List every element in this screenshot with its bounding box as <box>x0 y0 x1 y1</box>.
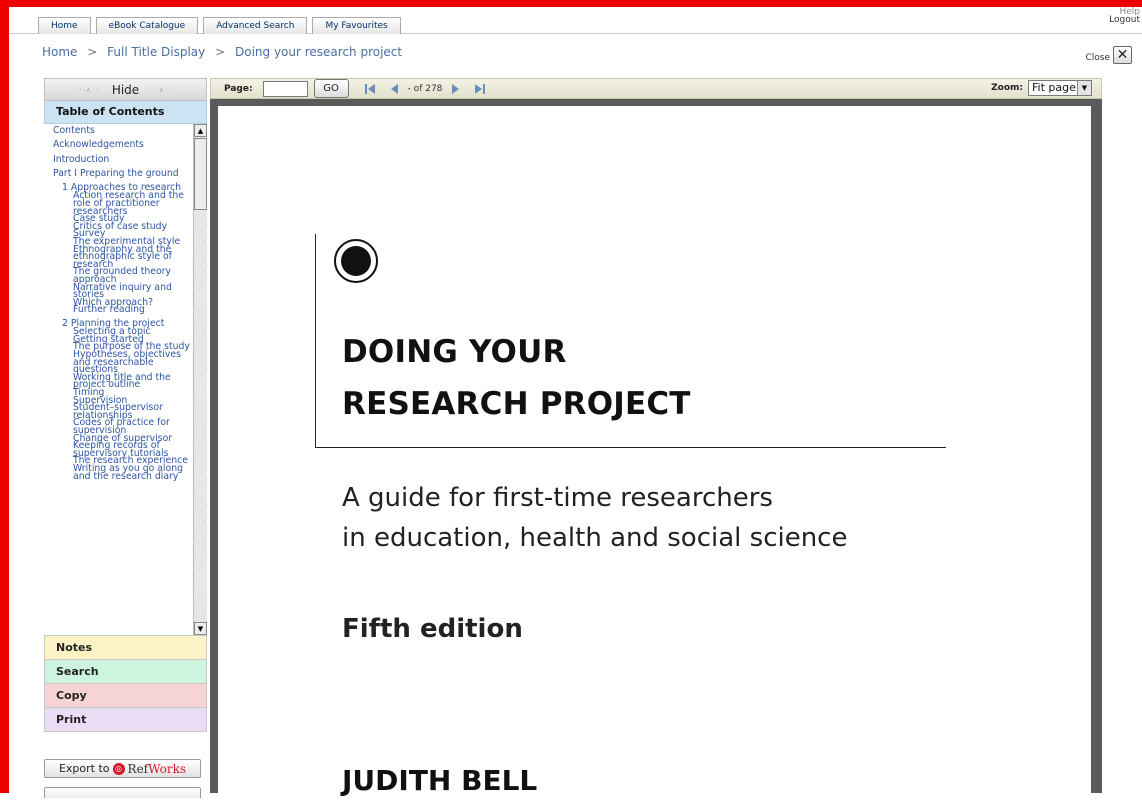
toc-item[interactable]: Contents <box>44 126 194 136</box>
book-subtitle: A guide for first-time researchers in ed… <box>342 483 848 553</box>
top-tabs: Home eBook Catalogue Advanced Search My … <box>38 17 406 34</box>
logout-link[interactable]: Logout <box>1109 15 1140 25</box>
toc-item[interactable]: Action research and the role of practiti… <box>44 191 194 215</box>
copy-tab[interactable]: Copy <box>44 684 207 708</box>
refworks-logo-icon: ◎ <box>112 762 125 775</box>
toc-item[interactable]: Writing as you go along and the research… <box>44 464 194 481</box>
first-page-icon[interactable] <box>364 83 376 95</box>
close-icon: ✕ <box>1116 47 1129 63</box>
page-input[interactable] <box>262 80 308 97</box>
cover-frame-line <box>315 447 946 448</box>
toc-item[interactable]: Ethnography and the ethnographic style o… <box>44 245 194 269</box>
breadcrumb-separator: > <box>87 45 98 59</box>
search-tab[interactable]: Search <box>44 660 207 684</box>
hide-panel-button[interactable]: ···∧··· Hide ···∧··· <box>44 78 207 101</box>
zoom-control: Zoom: Fit page ▼ <box>991 80 1092 96</box>
refworks-logo-text: RefWorks <box>127 761 187 776</box>
toc-item[interactable]: Introduction <box>44 154 194 164</box>
scroll-up-icon[interactable]: ▲ <box>194 124 207 137</box>
publisher-logo-icon <box>334 239 378 283</box>
document-page: DOING YOUR RESEARCH PROJECT A guide for … <box>218 106 1091 806</box>
breadcrumb-current[interactable]: Doing your research project <box>235 45 402 59</box>
tab-advanced-search[interactable]: Advanced Search <box>203 17 308 34</box>
page-count: - of 278 <box>407 83 443 94</box>
page-navigation: - of 278 <box>357 83 494 95</box>
breadcrumb-home[interactable]: Home <box>42 45 77 59</box>
grip-icon: ···∧··· <box>76 85 102 94</box>
zoom-select[interactable]: Fit page ▼ <box>1028 80 1092 96</box>
book-title: DOING YOUR RESEARCH PROJECT <box>342 334 691 422</box>
zoom-value: Fit page <box>1032 81 1076 94</box>
tab-my-favourites[interactable]: My Favourites <box>312 17 401 34</box>
toc-item[interactable]: Further reading <box>44 305 194 314</box>
toc-item[interactable]: Acknowledgements <box>44 140 194 150</box>
toc-item[interactable]: Hypotheses, objectives and researchable … <box>44 350 194 374</box>
toc-header[interactable]: Table of Contents <box>44 101 207 124</box>
toc-item[interactable]: Working title and the project outline <box>44 373 194 390</box>
red-frame-left <box>0 0 9 793</box>
page-label: Page: <box>224 83 253 94</box>
breadcrumb-full-title-display[interactable]: Full Title Display <box>107 45 205 59</box>
toc-list: Contents Acknowledgements Introduction Part… <box>44 124 194 638</box>
scroll-thumb[interactable] <box>194 138 207 210</box>
top-nav-bar: Home eBook Catalogue Advanced Search My … <box>9 7 1142 34</box>
prev-page-icon[interactable] <box>390 83 399 95</box>
close-button[interactable]: ✕ <box>1113 46 1132 64</box>
chevron-down-icon[interactable]: ▼ <box>1077 81 1091 95</box>
go-button[interactable]: GO <box>313 79 349 98</box>
scroll-down-icon[interactable]: ▼ <box>194 622 207 635</box>
tab-home[interactable]: Home <box>38 17 91 34</box>
book-edition: Fifth edition <box>342 614 523 644</box>
document-viewer[interactable]: DOING YOUR RESEARCH PROJECT A guide for … <box>210 99 1102 806</box>
print-tab[interactable]: Print <box>44 708 207 732</box>
tab-ebook-catalogue[interactable]: eBook Catalogue <box>95 17 199 34</box>
help-link[interactable]: Help <box>1109 7 1140 15</box>
notes-tab[interactable]: Notes <box>44 635 207 660</box>
red-frame-top <box>0 0 1142 7</box>
export-label: Export to <box>58 762 110 775</box>
close-area: Close ✕ <box>1085 46 1132 64</box>
top-right-links: Help Logout <box>1109 7 1140 26</box>
export-refworks-button[interactable]: Export to ◎ RefWorks <box>44 759 201 778</box>
breadcrumb: Home > Full Title Display > Doing your r… <box>42 45 402 59</box>
cover-frame-line <box>315 234 316 448</box>
hide-label: Hide <box>111 82 140 97</box>
book-author: JUDITH BELL <box>342 764 538 797</box>
next-page-icon[interactable] <box>451 83 460 95</box>
grip-icon: ···∧··· <box>149 85 175 94</box>
last-page-icon[interactable] <box>474 83 486 95</box>
toc-scrollbar[interactable]: ▲ ▼ <box>193 124 207 635</box>
toc-item[interactable]: Part I Preparing the ground <box>44 169 194 179</box>
left-panel: ···∧··· Hide ···∧··· Table of Contents C… <box>44 78 207 798</box>
close-label: Close <box>1085 53 1110 63</box>
zoom-label: Zoom: <box>991 83 1023 93</box>
toc-container: Contents Acknowledgements Introduction Part… <box>44 124 207 635</box>
breadcrumb-separator: > <box>215 45 226 59</box>
viewer-toolbar: Page: GO - of 278 Zoom: Fit page ▼ <box>210 78 1102 99</box>
toc-item[interactable]: Critics of case study <box>44 222 194 231</box>
